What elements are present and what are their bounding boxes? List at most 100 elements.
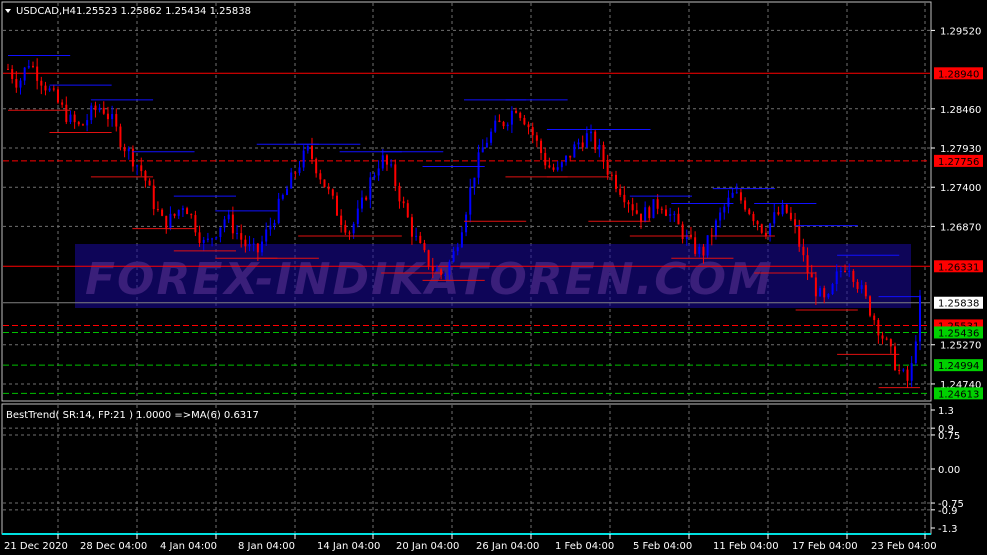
candle-body	[610, 174, 613, 176]
candle-body	[302, 150, 305, 168]
candle-body	[119, 126, 122, 148]
candle-body	[36, 66, 39, 81]
time-tick-label: 8 Jan 04:00	[238, 541, 295, 552]
price-tick-label: 1.27400	[940, 183, 981, 194]
candle-body	[244, 239, 247, 247]
candle-body	[615, 174, 617, 189]
candle-body	[52, 88, 55, 90]
candle-body	[552, 167, 555, 170]
candle-body	[856, 281, 859, 289]
time-tick-label: 11 Feb 04:00	[713, 541, 779, 552]
candle-body	[136, 165, 139, 167]
candle-body	[265, 229, 268, 242]
candle-body	[340, 215, 343, 226]
candle-body	[881, 335, 884, 339]
candle-body	[569, 155, 572, 158]
candle-body	[785, 204, 788, 213]
time-axis: 21 Dec 2020 28 Dec 04:00 4 Jan 04:00 8 Jan …	[4, 534, 937, 552]
candle-body	[152, 185, 155, 210]
candle-body	[256, 243, 259, 253]
candle-body	[877, 320, 880, 336]
candle-body	[273, 222, 276, 226]
candle-body	[123, 147, 126, 152]
candle-body	[835, 271, 838, 285]
candle-body	[860, 285, 863, 289]
price-tick-label: 1.28460	[940, 105, 981, 116]
candle-body	[656, 199, 659, 209]
candle-body	[331, 189, 334, 196]
candle-body	[215, 237, 218, 239]
candle-body	[431, 266, 434, 271]
candle-body	[673, 213, 676, 215]
ind-tick-label: 0.00	[938, 465, 960, 476]
candle-body	[869, 296, 872, 316]
candle-body	[727, 197, 730, 207]
candle-body	[594, 131, 597, 150]
candle-body	[206, 238, 209, 240]
candle-body	[744, 200, 747, 210]
candle-body	[111, 114, 114, 120]
candle-body	[223, 219, 226, 228]
candle-body	[606, 161, 609, 175]
candle-body	[156, 209, 159, 211]
candle-body	[252, 243, 255, 245]
candle-body	[169, 213, 172, 230]
candle-body	[573, 144, 576, 158]
candle-body	[419, 235, 422, 243]
candle-body	[635, 210, 638, 214]
candle-body	[623, 194, 626, 203]
candle-body	[519, 112, 522, 118]
candle-body	[498, 120, 501, 123]
time-tick-label: 26 Jan 04:00	[476, 541, 539, 552]
candle-body	[327, 187, 330, 190]
candle-body	[65, 104, 68, 122]
candle-body	[631, 204, 634, 211]
candle-body	[69, 114, 72, 122]
candle-body	[311, 145, 313, 159]
candle-body	[290, 172, 293, 189]
time-tick-label: 1 Feb 04:00	[555, 541, 614, 552]
candle-body	[323, 179, 326, 188]
candle-body	[448, 261, 451, 275]
candle-body	[581, 142, 584, 148]
candle-body	[694, 237, 697, 254]
candle-body	[510, 110, 513, 125]
candle-body	[402, 201, 405, 204]
candle-body	[894, 346, 897, 371]
candle-body	[369, 177, 372, 200]
indicator-label: BestTrend( SR:14, FP:21 ) 1.0000 =>MA(6)…	[6, 410, 259, 421]
price-tag-label: 1.24613	[938, 389, 979, 400]
candle-body	[423, 242, 426, 251]
candle-body	[848, 270, 851, 272]
candle-body	[556, 167, 559, 170]
candle-body	[714, 220, 717, 237]
candle-body	[535, 135, 538, 141]
candle-body	[898, 370, 901, 372]
candle-body	[544, 153, 547, 166]
time-tick-label: 4 Jan 04:00	[160, 541, 217, 552]
candle-body	[231, 214, 234, 234]
candle-body	[365, 197, 368, 200]
candle-body	[627, 202, 630, 205]
price-tag-label: 1.27756	[938, 157, 979, 168]
candle-body	[598, 144, 601, 150]
candle-body	[914, 341, 917, 364]
candle-body	[115, 114, 118, 127]
candle-body	[469, 187, 472, 215]
time-tick-label: 5 Feb 04:00	[633, 541, 692, 552]
candle-body	[306, 145, 309, 151]
candle-body	[398, 186, 401, 202]
candle-body	[473, 177, 476, 188]
ind-tick-label: -0.9	[938, 506, 958, 517]
candle-body	[27, 65, 30, 68]
candle-body	[435, 269, 438, 271]
candle-body	[440, 269, 443, 276]
candle-body	[144, 171, 147, 181]
price-chart[interactable]: FOREX-INDIKATOREN.COM USDCAD,H4 1.25523 …	[0, 0, 987, 555]
ind-tick-label: 0.75	[938, 431, 960, 442]
candle-body	[381, 155, 384, 169]
candle-body	[315, 158, 318, 174]
price-tag-label: 1.28940	[938, 69, 979, 80]
candle-body	[165, 215, 168, 230]
candle-body	[269, 225, 272, 230]
